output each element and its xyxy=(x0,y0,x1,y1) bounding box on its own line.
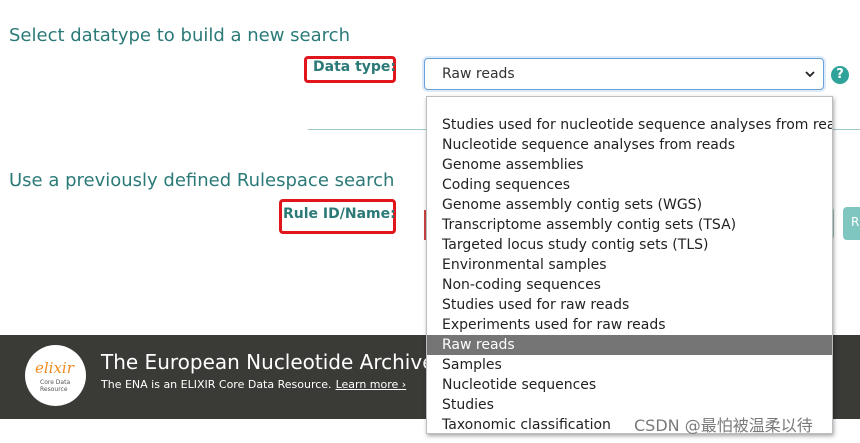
dropdown-option[interactable]: Genome assemblies xyxy=(427,155,832,175)
dropdown-option-selected[interactable]: Raw reads xyxy=(427,335,832,355)
dropdown-option[interactable]: Environmental samples xyxy=(427,255,832,275)
dropdown-option[interactable]: Nucleotide sequences xyxy=(427,375,832,395)
dropdown-option[interactable]: Studies used for raw reads xyxy=(427,295,832,315)
dropdown-option[interactable]: Genome assembly contig sets (WGS) xyxy=(427,195,832,215)
dropdown-option[interactable]: Studies used for nucleotide sequence ana… xyxy=(427,115,832,135)
watermark: CSDN @最怕被温柔以待 xyxy=(634,416,813,435)
new-search-title: Select datatype to build a new search xyxy=(9,25,350,46)
footer-subtitle: The ENA is an ELIXIR Core Data Resource. xyxy=(101,378,332,391)
dropdown-option[interactable]: Nucleotide sequence analyses from reads xyxy=(427,135,832,155)
elixir-logo-word: elixir xyxy=(35,359,74,377)
chevron-down-icon xyxy=(805,71,815,78)
datatype-dropdown-list[interactable]: Studies used for nucleotide sequence ana… xyxy=(426,96,833,434)
footer-subtitle-row: The ENA is an ELIXIR Core Data Resource.… xyxy=(101,378,406,391)
dropdown-option[interactable]: Coding sequences xyxy=(427,175,832,195)
help-icon[interactable]: ? xyxy=(831,66,849,84)
footer-title: The European Nucleotide Archive ( xyxy=(101,350,449,374)
rule-id-label: Rule ID/Name: xyxy=(283,206,396,222)
dropdown-option[interactable]: Transcriptome assembly contig sets (TSA) xyxy=(427,215,832,235)
dropdown-option[interactable]: Non-coding sequences xyxy=(427,275,832,295)
dropdown-option[interactable]: Targeted locus study contig sets (TLS) xyxy=(427,235,832,255)
rule-search-button[interactable]: R xyxy=(843,207,860,240)
previous-search-title: Use a previously defined Rulespace searc… xyxy=(9,170,395,191)
elixir-logo-sub: Core Data Resource xyxy=(40,379,71,393)
datatype-select-value: Raw reads xyxy=(442,66,515,82)
learn-more-link[interactable]: Learn more › xyxy=(336,378,407,391)
dropdown-option[interactable]: Samples xyxy=(427,355,832,375)
datatype-select[interactable]: Raw reads xyxy=(424,58,824,90)
dropdown-option[interactable]: Experiments used for raw reads xyxy=(427,315,832,335)
datatype-label: Data type: xyxy=(313,59,397,75)
elixir-logo[interactable]: elixir Core Data Resource xyxy=(25,345,86,406)
